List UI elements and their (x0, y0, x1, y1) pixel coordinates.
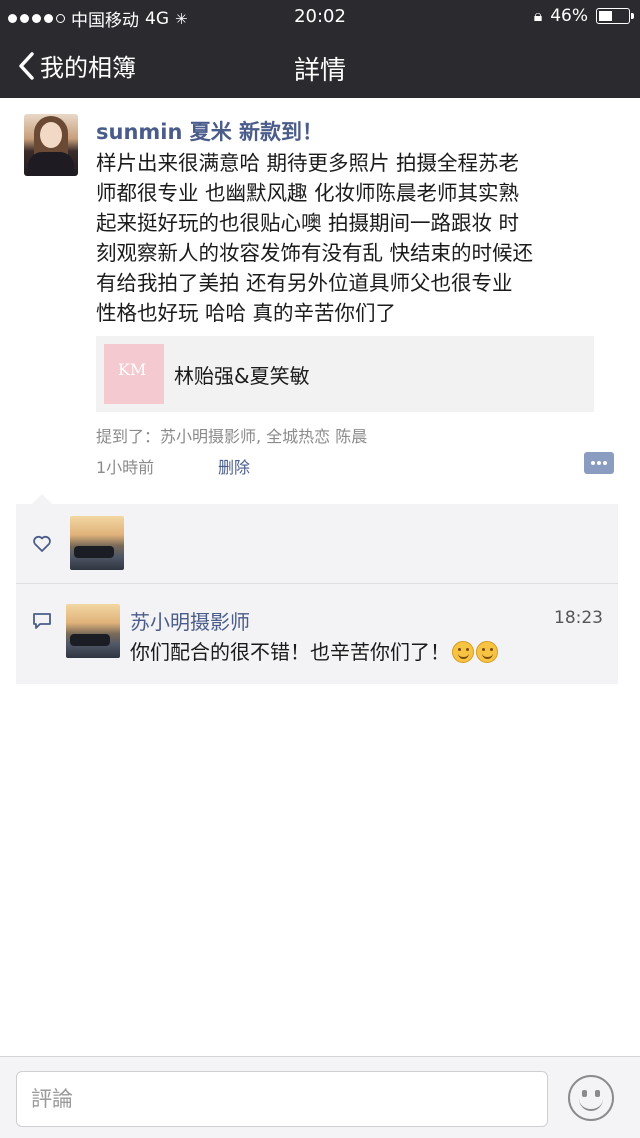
shared-link-card[interactable]: KM 林贻强&夏笑敏 (96, 336, 594, 412)
comment-time: 18:23 (554, 608, 603, 628)
link-thumbnail-logo: KM (118, 360, 147, 379)
comment-text-body: 你们配合的很不错！也辛苦你们了！ (130, 640, 450, 664)
comment-input[interactable]: 評論 (16, 1071, 548, 1127)
comment-text: 你们配合的很不错！也辛苦你们了！ (130, 636, 498, 665)
comment-item: 苏小明摄影师 18:23 你们配合的很不错！也辛苦你们了！ (16, 584, 618, 684)
post-content: 样片出来很满意哈 期待更多照片 拍摄全程苏老 师都很专业 也幽默风趣 化妆师陈晨… (96, 151, 534, 325)
panel-notch (32, 494, 52, 504)
post-username[interactable]: sunmin 夏米 新款到！ (96, 116, 323, 146)
interactions-panel: 苏小明摄影师 18:23 你们配合的很不错！也辛苦你们了！ (16, 504, 618, 684)
link-thumbnail: KM (104, 344, 164, 404)
liker-avatar[interactable] (70, 516, 124, 570)
commenter-name[interactable]: 苏小明摄影师 (130, 606, 250, 635)
navigation-bar: 我的相簿 詳情 (0, 34, 640, 98)
battery-icon (596, 8, 634, 24)
orientation-lock-icon: 🔒︎ (533, 6, 543, 25)
likes-row (16, 504, 618, 584)
link-title: 林贻强&夏笑敏 (174, 364, 310, 388)
battery-percent: 46% (550, 6, 588, 26)
more-options-button[interactable] (584, 452, 614, 474)
comment-bubble-icon (33, 613, 51, 629)
commenter-avatar[interactable] (66, 604, 120, 658)
smile-emoji-icon (476, 641, 498, 663)
emoji-button[interactable] (568, 1075, 614, 1121)
status-bar: 中国移动 4G ✳ 20:02 🔒︎ 46% (0, 0, 640, 34)
post-time: 1小時前 (96, 458, 155, 477)
page-title: 詳情 (293, 56, 346, 86)
comment-bar: 評論 (0, 1056, 640, 1138)
delete-button[interactable]: 删除 (218, 454, 250, 478)
mentions-text: 提到了：苏小明摄影师, 全城热恋 陈晨 (96, 427, 368, 446)
heart-icon (33, 535, 51, 552)
smile-emoji-icon (452, 641, 474, 663)
header: 中国移动 4G ✳ 20:02 🔒︎ 46% 我的相簿 詳情 (0, 0, 640, 98)
avatar[interactable] (24, 114, 78, 176)
